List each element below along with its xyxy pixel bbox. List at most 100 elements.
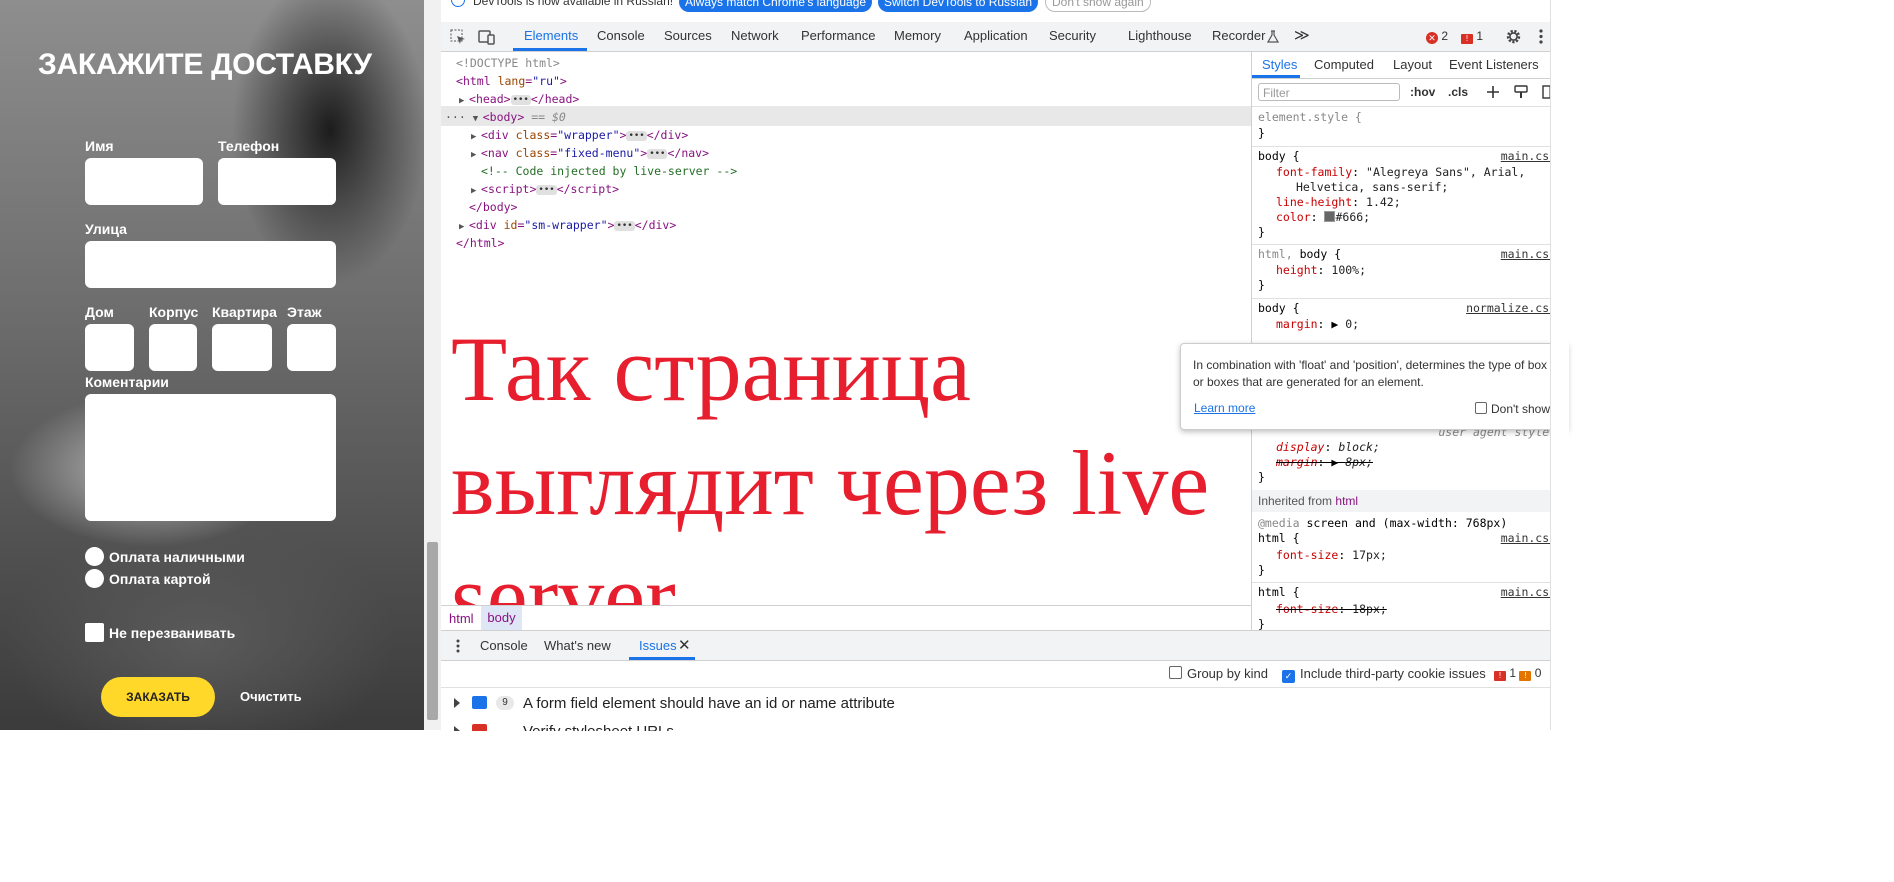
tab-console[interactable]: Console (597, 28, 645, 43)
rule1-selector[interactable]: body { (1258, 149, 1300, 164)
third-party-option[interactable]: ✓ Include third-party cookie issues (1282, 666, 1486, 683)
comments-textarea[interactable] (85, 394, 336, 521)
dont-show-checkbox[interactable]: Don't show (1475, 402, 1550, 416)
learn-more-link[interactable]: Learn more (1194, 401, 1255, 415)
kebab-menu-icon[interactable] (1538, 29, 1544, 45)
payment-cash-label[interactable]: Оплата наличными (109, 549, 245, 565)
rule6-decl1[interactable]: font-size: 18px; (1276, 602, 1387, 617)
doctype-line[interactable]: <!DOCTYPE html> (456, 54, 560, 72)
street-input[interactable] (85, 241, 336, 288)
house-input[interactable] (85, 324, 134, 371)
drawer-tab-console[interactable]: Console (480, 638, 528, 653)
group-by-kind-checkbox[interactable] (1169, 666, 1182, 679)
hover-state-toggle[interactable]: :hov (1410, 85, 1435, 99)
rule1-decl3[interactable]: color: #666; (1276, 210, 1370, 225)
head-line[interactable]: ▶ <head> ••• </head> (459, 90, 579, 110)
issues-count: 1 (1476, 29, 1484, 43)
issue-text: A form field element should have an id o… (523, 695, 895, 712)
third-party-checkbox[interactable]: ✓ (1282, 670, 1295, 683)
switch-russian-button[interactable]: Switch DevTools to Russian (878, 0, 1039, 12)
tab-elements[interactable]: Elements (524, 28, 578, 43)
issues-badge[interactable]: ! 1 (1461, 29, 1483, 44)
body-close-line[interactable]: </body> (469, 198, 517, 216)
building-input[interactable] (149, 324, 197, 371)
element-style-rule[interactable]: element.style { (1258, 110, 1362, 125)
floor-input[interactable] (287, 324, 336, 371)
drawer-menu-icon[interactable] (455, 639, 461, 653)
tab-network[interactable]: Network (731, 28, 779, 43)
settings-gear-icon[interactable] (1505, 28, 1522, 45)
html-open-line[interactable]: <html lang="ru"> (456, 72, 567, 90)
drawer-tab-issues[interactable]: Issues (639, 638, 677, 653)
rule1-decl2[interactable]: line-height: 1.42; (1276, 195, 1401, 210)
inspect-element-icon[interactable] (450, 29, 466, 45)
tab-lighthouse[interactable]: Lighthouse (1128, 28, 1192, 43)
rule3-source-link[interactable]: normalize.css: (1466, 301, 1563, 315)
breadcrumb-html[interactable]: html (449, 611, 474, 626)
no-callback-checkbox[interactable] (85, 623, 104, 642)
dont-show-box[interactable] (1475, 402, 1487, 414)
rule5-selector[interactable]: html { (1258, 531, 1300, 546)
color-swatch[interactable] (1324, 211, 1336, 222)
tab-styles[interactable]: Styles (1262, 57, 1297, 72)
tab-security[interactable]: Security (1049, 28, 1096, 43)
close-issues-tab-icon[interactable]: ✕ (678, 636, 691, 654)
tab-layout[interactable]: Layout (1393, 57, 1432, 72)
expand-issue-icon[interactable] (454, 698, 460, 708)
class-toggle[interactable]: .cls (1448, 85, 1468, 99)
issue-row[interactable]: 9 A form field element should have an id… (441, 690, 1568, 718)
rule3-selector[interactable]: body { (1258, 301, 1300, 316)
tab-sources[interactable]: Sources (664, 28, 712, 43)
new-rule-plus-icon[interactable] (1486, 85, 1500, 99)
rule4-decl1[interactable]: display: block; (1276, 440, 1380, 455)
payment-card-label[interactable]: Оплата картой (109, 571, 211, 587)
errors-badge[interactable]: ✕ 2 (1426, 29, 1448, 44)
dont-show-again-button[interactable]: Don't show again (1045, 0, 1151, 12)
apartment-input[interactable] (212, 324, 272, 371)
live-server-comment[interactable]: <!-- Code injected by live-server --> (481, 162, 737, 180)
no-callback-label[interactable]: Не перезванивать (109, 625, 235, 641)
issue-counts[interactable]: ! 1 ! 0 (1494, 666, 1541, 681)
issue-row[interactable]: Verify stylesheet URLs (441, 718, 1568, 731)
device-toolbar-icon[interactable] (478, 29, 496, 45)
paint-brush-icon[interactable] (1514, 85, 1528, 99)
building-label: Корпус (149, 304, 199, 320)
phone-input[interactable] (218, 158, 336, 205)
tab-event-listeners[interactable]: Event Listeners (1449, 57, 1539, 72)
rule2-decl1[interactable]: height: 100%; (1276, 263, 1366, 278)
name-input[interactable] (85, 158, 203, 205)
tab-recorder[interactable]: Recorder (1212, 28, 1265, 43)
head-ellipsis[interactable]: ••• (510, 95, 531, 105)
html-close-line[interactable]: </html> (456, 234, 504, 252)
group-by-kind-option[interactable]: Group by kind (1169, 666, 1268, 681)
payment-cash-radio[interactable] (85, 547, 104, 566)
body-tag: body (489, 110, 518, 124)
script-line[interactable]: ▶ <script> ••• </script> (471, 180, 619, 200)
match-language-button[interactable]: Always match Chrome's language (679, 0, 873, 12)
nav-line[interactable]: ▶ <nav class="fixed-menu"> ••• </nav> (471, 144, 709, 164)
drawer-tab-whats-new[interactable]: What's new (544, 638, 611, 653)
order-button[interactable]: ЗАКАЗАТЬ (101, 677, 215, 717)
rule4-decl2[interactable]: margin: ▶ 8px; (1276, 455, 1373, 470)
tab-application[interactable]: Application (964, 28, 1028, 43)
rule2-selector[interactable]: html, body { (1258, 247, 1341, 262)
tab-performance[interactable]: Performance (801, 28, 875, 43)
clear-button[interactable]: Очистить (240, 689, 302, 704)
styles-divider (1252, 106, 1568, 107)
div-wrapper-line[interactable]: ▶ <div class="wrapper"> ••• </div> (471, 126, 688, 146)
tab-computed[interactable]: Computed (1314, 57, 1374, 72)
page-scrollbar-thumb[interactable] (427, 542, 438, 720)
rule5-decl1[interactable]: font-size: 17px; (1276, 548, 1387, 563)
body-line[interactable]: ··· ▼ <body> == $0 (445, 108, 566, 128)
payment-card-radio[interactable] (85, 569, 104, 588)
more-tabs-icon[interactable]: ≫ (1294, 26, 1310, 44)
styles-filter-input[interactable]: Filter (1258, 83, 1400, 101)
rule6-selector[interactable]: html { (1258, 585, 1300, 600)
rule3-decl1[interactable]: margin: ▶ 0; (1276, 317, 1359, 332)
rule1-decl1[interactable]: font-family: "Alegreya Sans", Arial, (1276, 165, 1525, 180)
sm-wrapper-line[interactable]: ▶ <div id="sm-wrapper"> ••• </div> (459, 216, 676, 236)
tab-memory[interactable]: Memory (894, 28, 941, 43)
error-flag-icon: ! (1494, 671, 1506, 681)
breadcrumb-body[interactable]: body (481, 606, 522, 630)
inherited-tag-link[interactable]: html (1335, 494, 1358, 508)
